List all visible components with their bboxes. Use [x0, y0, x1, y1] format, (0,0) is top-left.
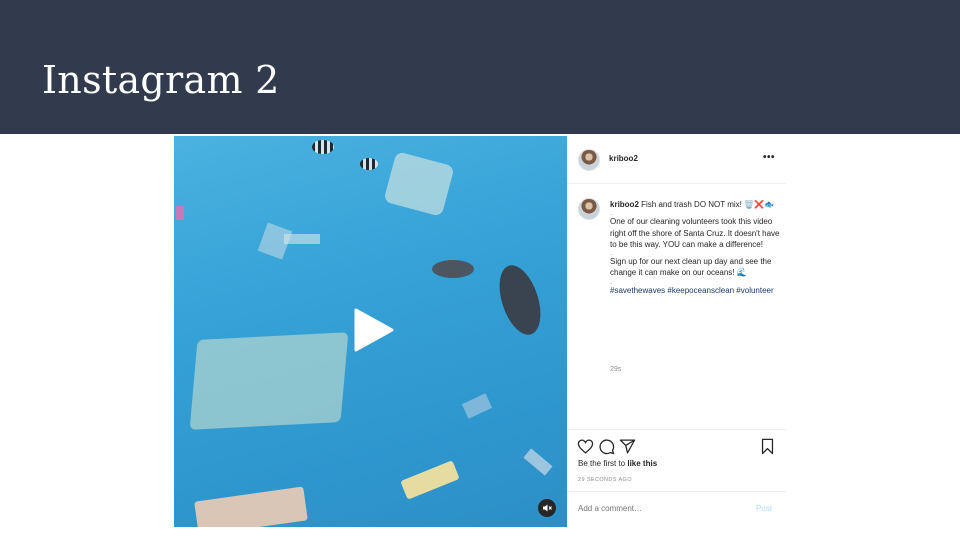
- debris-piece: [176, 206, 184, 220]
- heart-outline-icon[interactable]: [577, 438, 594, 455]
- comment-input[interactable]: [578, 504, 738, 513]
- speech-bubble-icon[interactable]: [598, 438, 615, 455]
- speaker-muted-icon[interactable]: [538, 499, 556, 517]
- caption-line1: Fish and trash DO NOT mix! 🗑️❌🐟: [638, 200, 774, 209]
- yellow-wrapper: [400, 460, 460, 500]
- debris-piece: [461, 393, 493, 419]
- caption-username[interactable]: kriboo2: [610, 200, 639, 209]
- fish-small: [432, 260, 474, 278]
- comment-row: Post: [567, 491, 786, 528]
- fish-striped: [312, 140, 334, 154]
- caption-avatar[interactable]: [578, 198, 600, 220]
- caption-paragraph2: Sign up for our next clean up day and se…: [610, 257, 772, 278]
- time-ago: 29 SECONDS AGO: [578, 477, 632, 483]
- cardboard-piece: [194, 486, 308, 527]
- debris-piece: [523, 448, 553, 476]
- caption-timestamp: 29s: [610, 366, 622, 373]
- header-username[interactable]: kriboo2: [609, 154, 638, 163]
- likes-text: Be the first to like this: [578, 459, 657, 468]
- like-this-link[interactable]: like this: [627, 459, 657, 468]
- play-icon[interactable]: [352, 308, 394, 352]
- post-caption: kriboo2 Fish and trash DO NOT mix! 🗑️❌🐟 …: [610, 199, 780, 296]
- post-sidebar: kriboo2 ••• kriboo2 Fish and trash DO NO…: [567, 136, 786, 527]
- caption-paragraph1: One of our cleaning volunteers took this…: [610, 217, 780, 249]
- avatar[interactable]: [578, 149, 600, 171]
- fish-striped: [360, 158, 378, 170]
- likes-prefix: Be the first to: [578, 459, 628, 468]
- more-options-button[interactable]: •••: [763, 152, 775, 163]
- fish-dark: [491, 260, 549, 340]
- post-video[interactable]: [174, 136, 567, 527]
- plastic-bag-top: [383, 151, 455, 217]
- instagram-post: kriboo2 ••• kriboo2 Fish and trash DO NO…: [174, 136, 786, 527]
- post-header: kriboo2 •••: [567, 136, 786, 184]
- caption-hashtags[interactable]: #savethewaves #keepoceansclean #voluntee…: [610, 285, 780, 296]
- paper-plane-icon[interactable]: [619, 438, 636, 455]
- bookmark-icon[interactable]: [759, 438, 776, 455]
- plastic-bag-large: [189, 332, 349, 430]
- debris-piece: [284, 234, 320, 244]
- post-comment-button[interactable]: Post: [756, 504, 772, 513]
- slide-title: Instagram 2: [42, 58, 280, 102]
- post-actions: Be the first to like this 29 SECONDS AGO…: [567, 429, 786, 527]
